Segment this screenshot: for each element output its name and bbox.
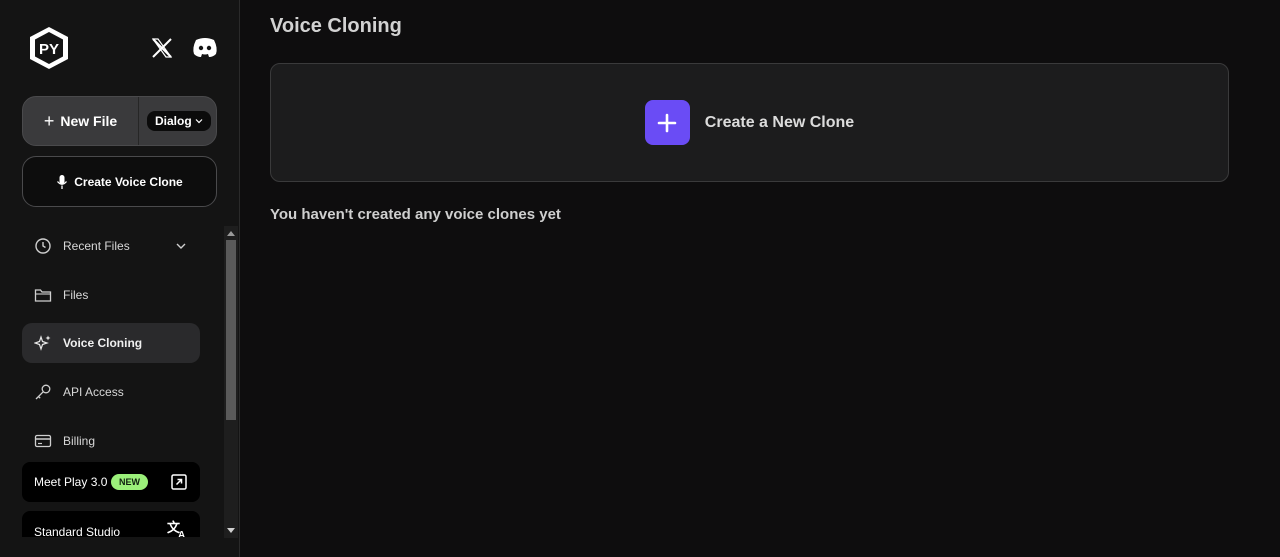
plus-icon — [644, 100, 690, 145]
create-voice-clone-button[interactable]: Create Voice Clone — [22, 156, 217, 207]
empty-state-message: You haven't created any voice clones yet — [270, 206, 561, 223]
plus-icon: + — [43, 111, 55, 131]
play-logo-icon[interactable]: PY — [27, 25, 71, 71]
new-file-button[interactable]: + New File — [23, 97, 139, 145]
sidebar-item-billing[interactable]: Billing — [22, 421, 200, 461]
new-badge: NEW — [111, 474, 148, 490]
sidebar: PY + New File Dialog Create Voice Clone — [0, 0, 240, 557]
credit-card-icon — [34, 434, 52, 448]
scroll-down-arrow-icon[interactable] — [227, 528, 235, 533]
sidebar-item-label: Voice Cloning — [63, 336, 143, 350]
meet-play-label: Meet Play 3.0 — [34, 475, 108, 489]
chevron-down-icon — [195, 119, 203, 124]
sidebar-item-label: Files — [63, 288, 89, 302]
sidebar-item-api-access[interactable]: API Access — [22, 372, 200, 412]
microphone-icon — [57, 174, 68, 189]
translate-icon[interactable]: 文 A — [166, 519, 188, 537]
discord-icon[interactable] — [192, 36, 218, 58]
create-new-clone-card[interactable]: Create a New Clone — [270, 63, 1229, 182]
key-icon — [35, 384, 51, 400]
clock-icon — [35, 238, 51, 254]
sidebar-item-files[interactable]: Files — [22, 275, 200, 315]
svg-text:PY: PY — [39, 41, 59, 58]
create-voice-clone-label: Create Voice Clone — [74, 174, 183, 189]
create-new-clone-label: Create a New Clone — [704, 113, 855, 131]
scroll-thumb[interactable] — [226, 240, 236, 420]
file-mode-label: Dialog — [155, 114, 192, 128]
scroll-up-arrow-icon[interactable] — [227, 231, 235, 236]
new-file-group: + New File Dialog — [22, 96, 217, 146]
sidebar-item-voice-cloning[interactable]: Voice Cloning — [22, 323, 200, 363]
sidebar-item-label: Billing — [63, 434, 96, 448]
standard-studio-banner[interactable]: Standard Studio 文 A — [22, 511, 200, 537]
file-mode-dropdown[interactable]: Dialog — [147, 111, 211, 131]
folder-icon — [34, 289, 52, 302]
sidebar-scrollbar[interactable] — [224, 226, 238, 538]
sidebar-item-label: API Access — [63, 385, 124, 399]
sidebar-item-recent-files[interactable]: Recent Files — [22, 226, 200, 266]
page-title: Voice Cloning — [270, 15, 402, 37]
standard-studio-label: Standard Studio — [34, 525, 121, 537]
svg-text:A: A — [178, 530, 185, 537]
chevron-down-icon[interactable] — [174, 239, 188, 253]
external-link-icon[interactable] — [170, 473, 188, 491]
sparkles-icon — [34, 335, 51, 351]
sidebar-item-label: Recent Files — [63, 239, 130, 253]
x-twitter-icon[interactable] — [150, 36, 174, 60]
meet-play-banner[interactable]: Meet Play 3.0 NEW — [22, 462, 200, 502]
new-file-label: New File — [60, 113, 118, 129]
